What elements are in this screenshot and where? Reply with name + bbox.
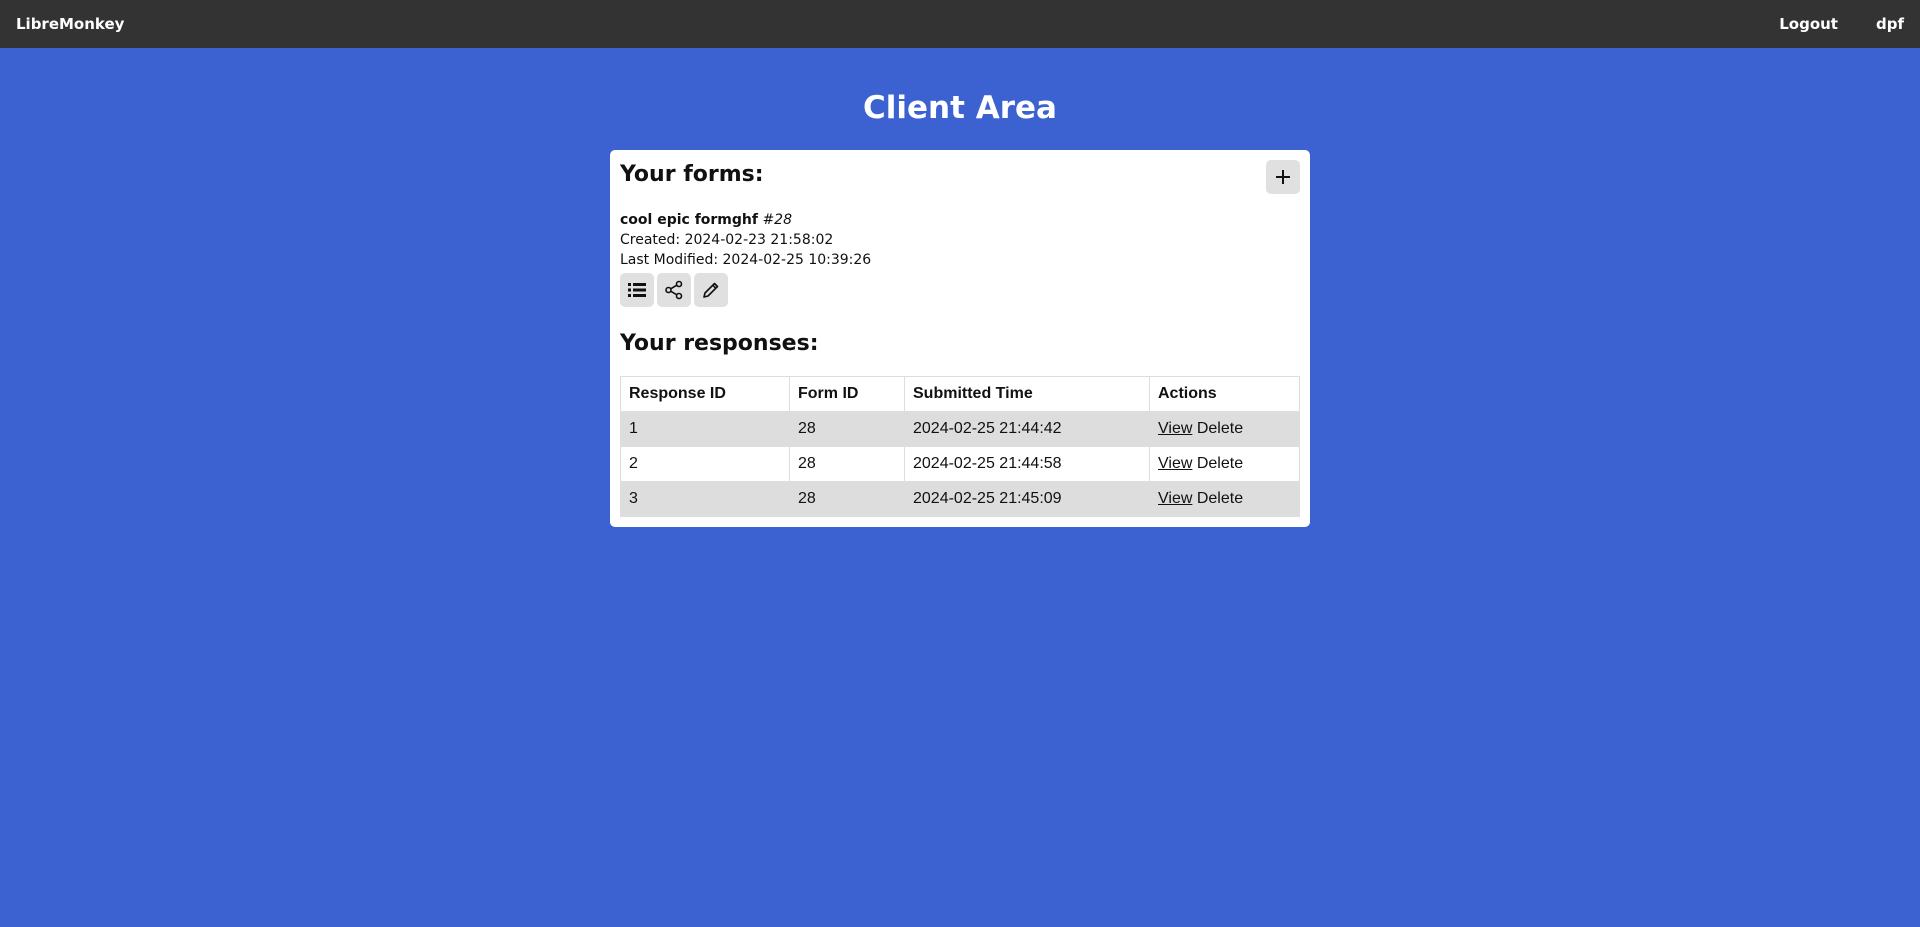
form-created: Created: 2024-02-23 21:58:02 — [620, 232, 834, 248]
response-id-cell: 1 — [620, 411, 790, 447]
table-row: 3 28 2024-02-25 21:45:09 View Delete — [620, 481, 1300, 517]
list-icon — [628, 283, 646, 297]
share-form-button[interactable] — [657, 273, 691, 307]
submitted-time-cell: 2024-02-25 21:44:42 — [904, 411, 1150, 447]
delete-response-link[interactable]: Delete — [1197, 490, 1243, 507]
view-response-link[interactable]: View — [1158, 420, 1192, 437]
form-id-cell: 28 — [789, 481, 905, 517]
pencil-icon — [703, 282, 719, 298]
column-header: Actions — [1149, 376, 1300, 412]
submitted-time-cell: 2024-02-25 21:44:58 — [904, 446, 1150, 482]
column-header: Submitted Time — [904, 376, 1150, 412]
logout-link[interactable]: Logout — [1779, 15, 1838, 33]
forms-header: Your forms: — [620, 160, 1300, 194]
form-modified: Last Modified: 2024-02-25 10:39:26 — [620, 252, 872, 268]
form-actions — [620, 273, 1300, 307]
brand-link[interactable]: LibreMonkey — [16, 15, 124, 33]
client-area-card: Your forms: cool epic formghf #28 Create… — [610, 150, 1310, 527]
share-icon — [665, 280, 683, 300]
delete-response-link[interactable]: Delete — [1197, 420, 1243, 437]
view-response-link[interactable]: View — [1158, 490, 1192, 507]
navbar-right: Logout dpf — [1779, 15, 1904, 33]
edit-form-button[interactable] — [694, 273, 728, 307]
response-id-cell: 2 — [620, 446, 790, 482]
response-id-cell: 3 — [620, 481, 790, 517]
responses-table: Response ID Form ID Submitted Time Actio… — [620, 376, 1300, 517]
table-header-row: Response ID Form ID Submitted Time Actio… — [620, 376, 1300, 412]
column-header: Response ID — [620, 376, 790, 412]
form-number: #28 — [762, 212, 792, 228]
submitted-time-cell: 2024-02-25 21:45:09 — [904, 481, 1150, 517]
top-navbar: LibreMonkey Logout dpf — [0, 0, 1920, 48]
page-title: Client Area — [863, 90, 1057, 126]
table-row: 2 28 2024-02-25 21:44:58 View Delete — [620, 446, 1300, 482]
form-id-cell: 28 — [789, 411, 905, 447]
actions-cell: View Delete — [1149, 411, 1300, 447]
responses-section-title: Your responses: — [620, 331, 819, 356]
column-header: Form ID — [789, 376, 905, 412]
delete-response-link[interactable]: Delete — [1197, 455, 1243, 472]
form-entry: cool epic formghf #28 Created: 2024-02-2… — [620, 210, 1300, 307]
view-response-link[interactable]: View — [1158, 455, 1192, 472]
form-id-cell: 28 — [789, 446, 905, 482]
form-name: cool epic formghf — [620, 212, 758, 228]
form-title-line: cool epic formghf #28 — [620, 210, 1300, 230]
add-form-button[interactable] — [1266, 160, 1300, 194]
actions-cell: View Delete — [1149, 481, 1300, 517]
table-row: 1 28 2024-02-25 21:44:42 View Delete — [620, 411, 1300, 447]
view-responses-button[interactable] — [620, 273, 654, 307]
username-link[interactable]: dpf — [1876, 15, 1904, 33]
actions-cell: View Delete — [1149, 446, 1300, 482]
forms-section-title: Your forms: — [620, 162, 764, 187]
plus-icon — [1276, 170, 1290, 184]
